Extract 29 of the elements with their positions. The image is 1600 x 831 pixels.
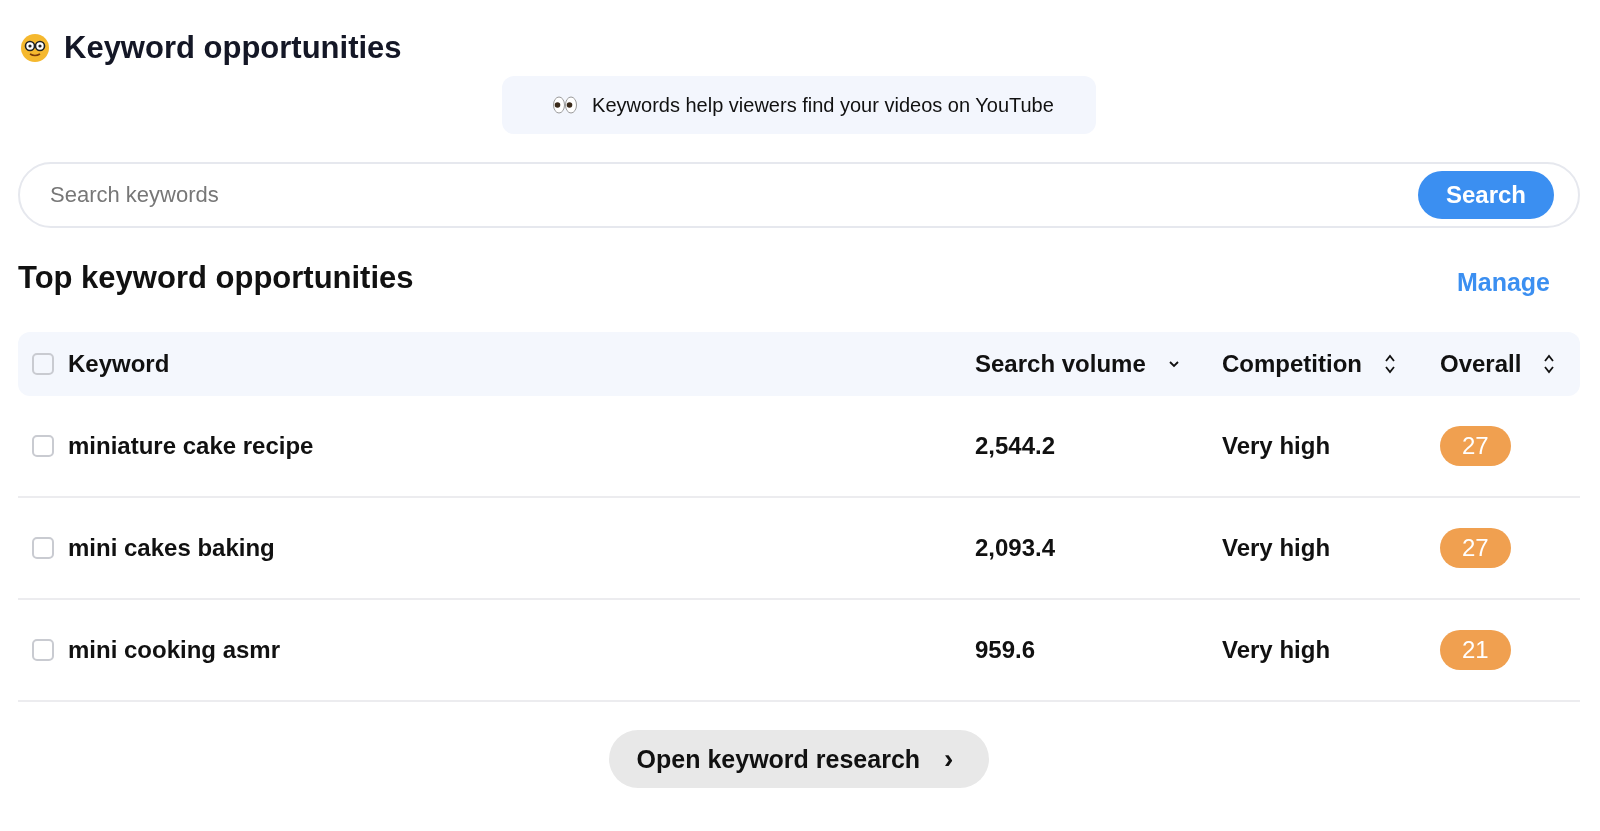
checkbox[interactable] (32, 435, 54, 457)
competition-cell: Very high (1222, 636, 1331, 663)
column-header[interactable]: Overall (1440, 350, 1522, 378)
score-badge: 27 (1440, 528, 1511, 568)
column-header[interactable]: Search volume (975, 350, 1146, 378)
open-keyword-research-button[interactable]: Open keyword research › (608, 730, 990, 788)
volume-cell: 2,544.2 (975, 432, 1056, 459)
keyword-cell: miniature cake recipe (68, 432, 314, 460)
keyword-cell: mini cakes baking (68, 534, 275, 562)
keyword-cell: mini cooking asmr (68, 636, 281, 664)
score-badge: 21 (1440, 630, 1511, 670)
sort-icon[interactable] (1384, 353, 1396, 375)
competition-cell: Very high (1222, 534, 1331, 561)
competition-cell: Very high (1222, 432, 1331, 459)
section-title: Top keyword opportunities (18, 260, 414, 296)
sort-icon[interactable] (1543, 353, 1556, 375)
volume-cell: 959.6 (975, 636, 1036, 663)
chevron-down-icon[interactable] (1167, 360, 1180, 368)
eyes-emoji-icon (552, 96, 579, 114)
checkbox[interactable] (32, 537, 54, 559)
tip-text: Keywords help viewers find your videos on YouTube (592, 93, 1054, 117)
volume-cell: 2,093.4 (975, 534, 1056, 561)
column-header: Keyword (68, 350, 170, 378)
score-badge: 27 (1440, 426, 1511, 466)
column-header[interactable]: Competition (1222, 350, 1362, 378)
nerd-face-emoji-icon (20, 33, 50, 63)
checkbox[interactable] (32, 353, 54, 375)
checkbox[interactable] (32, 639, 54, 661)
page-title: Keyword opportunities (64, 30, 402, 66)
